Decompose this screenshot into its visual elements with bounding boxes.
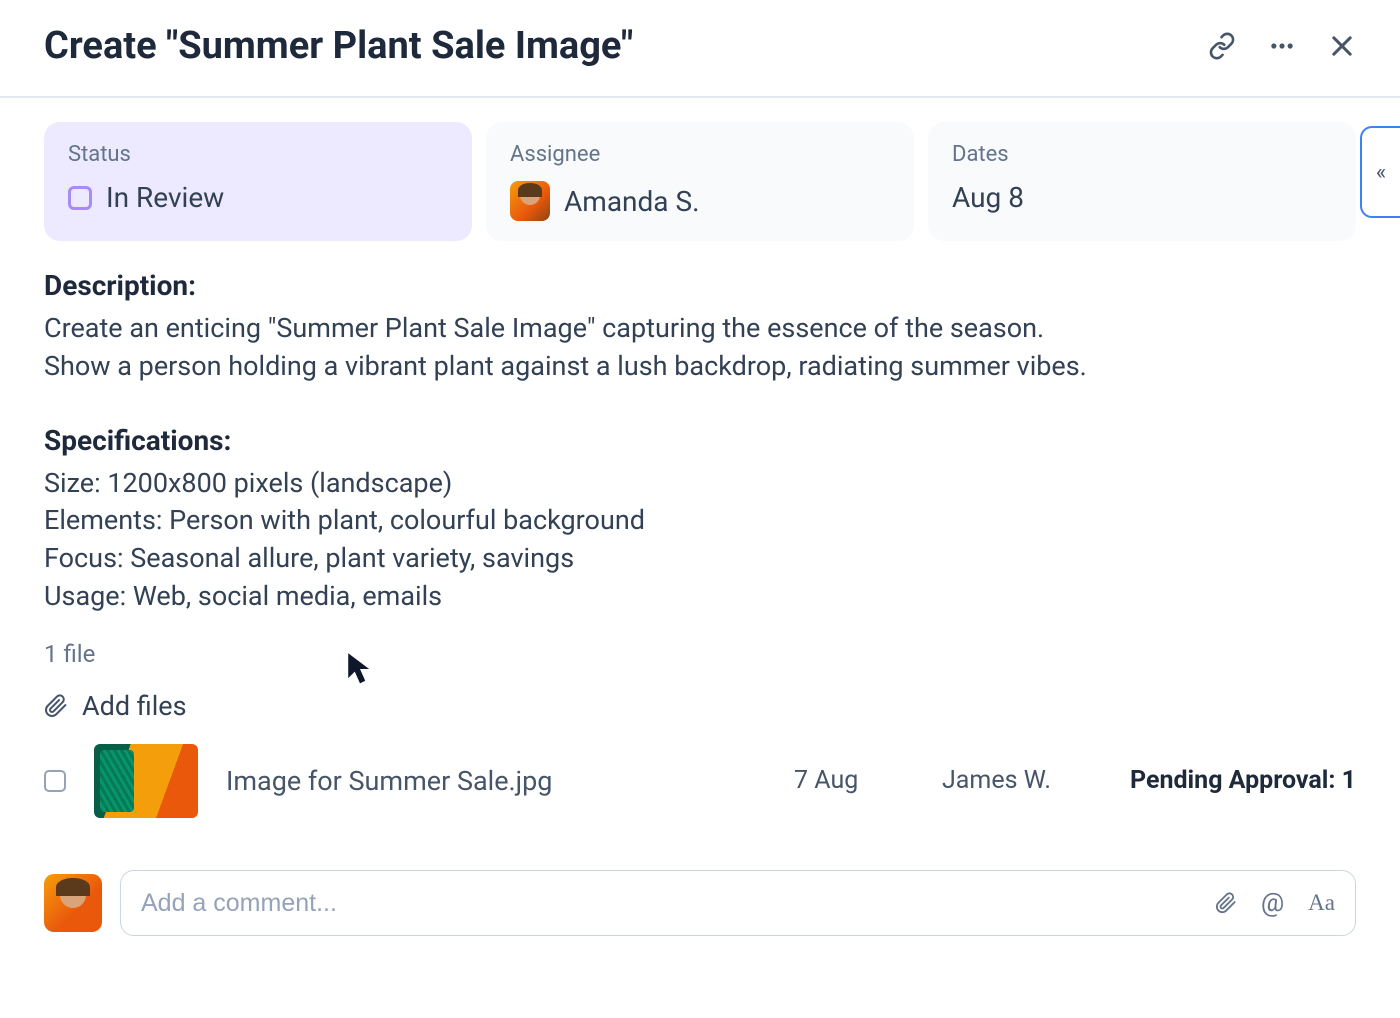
- file-author: James W.: [942, 766, 1102, 795]
- mention-icon[interactable]: @: [1261, 888, 1284, 918]
- spec-usage: Usage: Web, social media, emails: [44, 578, 1356, 616]
- avatar: [510, 181, 550, 221]
- spec-elements: Elements: Person with plant, colourful b…: [44, 502, 1356, 540]
- dates-label: Dates: [952, 142, 1332, 167]
- paperclip-icon: [44, 691, 68, 721]
- header: Create "Summer Plant Sale Image": [0, 0, 1400, 98]
- file-checkbox[interactable]: [44, 770, 66, 792]
- comment-input-wrap[interactable]: @ Aa: [120, 870, 1356, 936]
- file-name: Image for Summer Sale.jpg: [226, 765, 766, 797]
- link-icon[interactable]: [1208, 32, 1236, 60]
- avatar: [44, 874, 102, 932]
- file-status: Pending Approval: 1: [1130, 766, 1356, 795]
- file-date: 7 Aug: [794, 766, 914, 795]
- status-checkbox-icon[interactable]: [68, 186, 92, 210]
- status-value: In Review: [68, 181, 448, 214]
- spec-focus: Focus: Seasonal allure, plant variety, s…: [44, 540, 1356, 578]
- assignee-label: Assignee: [510, 142, 890, 167]
- status-label: Status: [68, 142, 448, 167]
- task-body: Description: Create an enticing "Summer …: [0, 241, 1400, 616]
- file-count: 1 file: [44, 640, 1356, 668]
- comment-input[interactable]: [141, 889, 1195, 918]
- text-format-icon[interactable]: Aa: [1308, 890, 1335, 916]
- close-icon[interactable]: [1328, 32, 1356, 60]
- add-files-button[interactable]: Add files: [44, 690, 1356, 722]
- status-card[interactable]: Status In Review: [44, 122, 472, 241]
- assignee-name: Amanda S.: [564, 185, 700, 218]
- add-files-label: Add files: [82, 690, 187, 722]
- status-text: In Review: [106, 181, 224, 214]
- specifications-heading: Specifications:: [44, 424, 1356, 457]
- description-heading: Description:: [44, 269, 1356, 302]
- collapse-panel-button[interactable]: «: [1360, 126, 1400, 218]
- description-line: Create an enticing "Summer Plant Sale Im…: [44, 310, 1356, 348]
- dates-card[interactable]: Dates Aug 8: [928, 122, 1356, 241]
- header-actions: [1208, 32, 1356, 60]
- attach-icon[interactable]: [1215, 890, 1237, 916]
- comment-toolbar: @ Aa: [1215, 888, 1335, 918]
- file-row[interactable]: Image for Summer Sale.jpg 7 Aug James W.…: [44, 740, 1356, 822]
- comment-bar: @ Aa: [44, 870, 1356, 936]
- files-section: 1 file Add files Image for Summer Sale.j…: [0, 616, 1400, 822]
- chevron-double-left-icon: «: [1376, 160, 1386, 185]
- assignee-card[interactable]: Assignee Amanda S.: [486, 122, 914, 241]
- description-line: Show a person holding a vibrant plant ag…: [44, 348, 1356, 386]
- page-title: Create "Summer Plant Sale Image": [44, 24, 633, 68]
- more-icon[interactable]: [1268, 32, 1296, 60]
- file-thumbnail[interactable]: [94, 744, 198, 818]
- description-text: Create an enticing "Summer Plant Sale Im…: [44, 310, 1356, 386]
- specifications-list: Size: 1200x800 pixels (landscape) Elemen…: [44, 465, 1356, 616]
- assignee-value: Amanda S.: [510, 181, 890, 221]
- dates-value: Aug 8: [952, 181, 1332, 214]
- summary-cards: Status In Review Assignee Amanda S. Date…: [0, 98, 1400, 241]
- spec-size: Size: 1200x800 pixels (landscape): [44, 465, 1356, 503]
